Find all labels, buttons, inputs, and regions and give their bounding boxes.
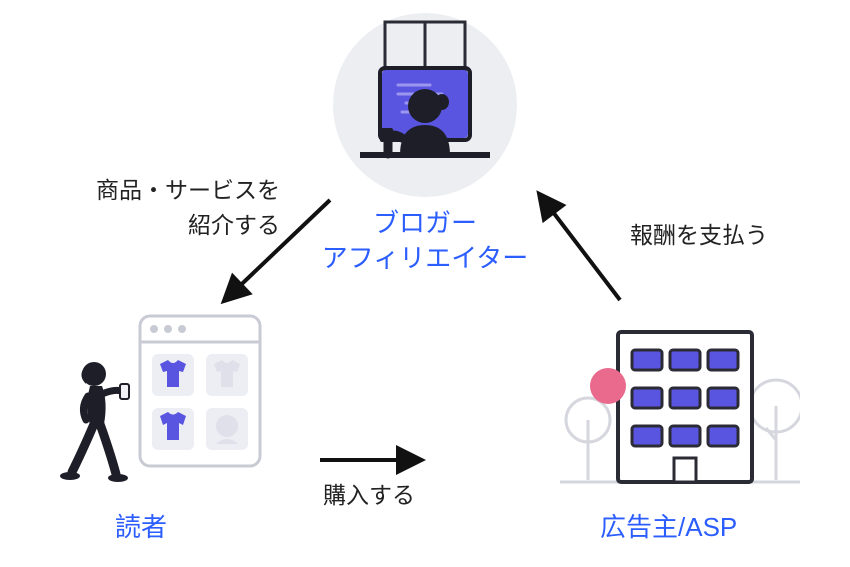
node-top-label: ブロガー アフィリエイター [320, 206, 530, 276]
node-left-label: 読者 [115, 510, 167, 545]
node-top-line1: ブロガー [373, 208, 477, 238]
reader-illustration [60, 310, 270, 500]
arrow-right-to-top [540, 195, 620, 300]
node-right-label: 広告主/ASP [600, 510, 737, 545]
blogger-illustration [330, 10, 520, 200]
edge-left-right-label: 購入する [323, 478, 415, 513]
node-top-line2: アフィリエイター [322, 243, 528, 273]
advertiser-illustration [560, 310, 800, 500]
edge-right-top-label: 報酬を支払う [630, 218, 768, 253]
edge-top-left-label: 商品・サービスを 紹介する [80, 173, 280, 242]
